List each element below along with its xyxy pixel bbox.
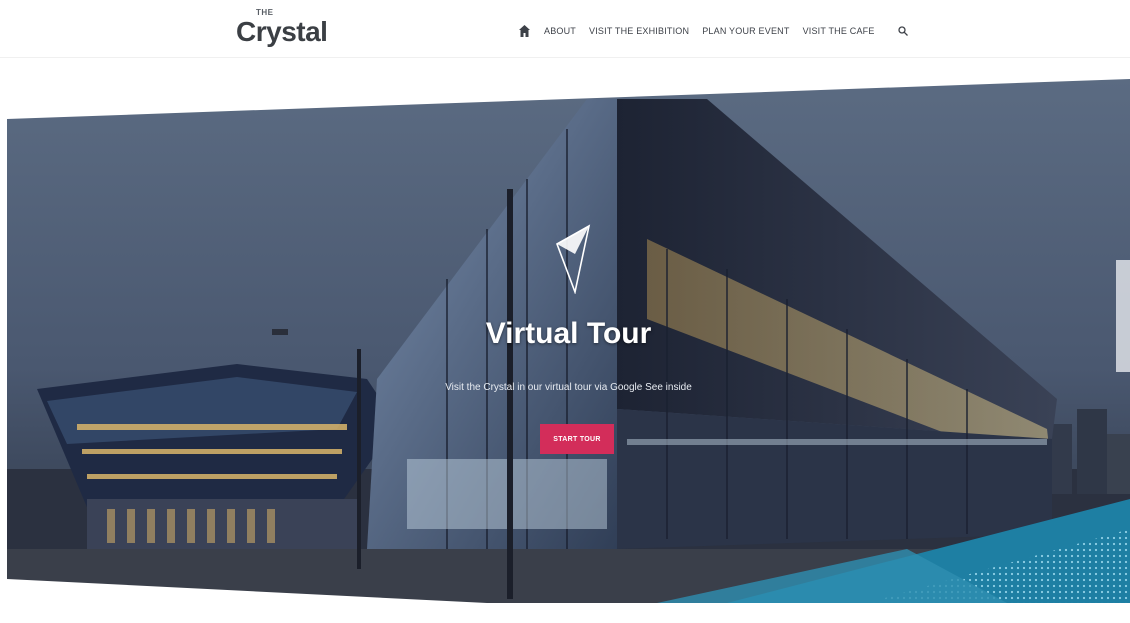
site-header: THE Crystal ABOUT VISIT THE EXHIBITION P… (0, 0, 1130, 58)
main-nav: ABOUT VISIT THE EXHIBITION PLAN YOUR EVE… (517, 22, 910, 40)
nav-item-plan-event[interactable]: PLAN YOUR EVENT (702, 26, 789, 36)
hero-subtitle: Visit the Crystal in our virtual tour vi… (445, 382, 692, 393)
search-icon[interactable] (896, 24, 910, 38)
start-tour-button[interactable]: START TOUR (540, 424, 614, 454)
nav-item-visit-exhibition[interactable]: VISIT THE EXHIBITION (589, 26, 689, 36)
side-panel-tab[interactable] (1116, 260, 1130, 372)
triangle-logo-icon (556, 224, 591, 294)
hero-title: Virtual Tour (485, 317, 652, 350)
logo-main-text: Crystal (236, 16, 328, 47)
hero-banner: Virtual Tour Visit the Crystal in our vi… (7, 79, 1130, 603)
site-logo[interactable]: THE Crystal (236, 6, 328, 50)
nav-item-about[interactable]: ABOUT (544, 26, 576, 36)
home-icon[interactable] (517, 24, 531, 38)
nav-item-visit-cafe[interactable]: VISIT THE CAFE (803, 26, 875, 36)
